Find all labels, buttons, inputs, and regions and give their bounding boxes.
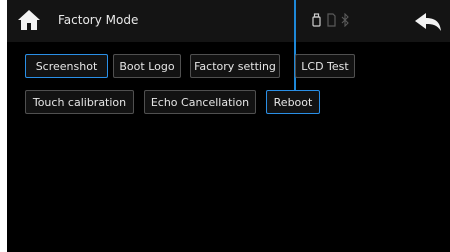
indicator-line [294,0,296,92]
page-title: Factory Mode [58,13,139,27]
bluetooth-icon [341,13,349,27]
top-bar: Factory Mode [7,0,450,42]
home-icon[interactable] [17,9,41,31]
back-arrow-icon[interactable] [414,12,442,32]
echo-cancellation-button[interactable]: Echo Cancellation [144,90,256,114]
usb-icon [312,13,321,27]
touch-calibration-button[interactable]: Touch calibration [25,90,134,114]
factory-setting-button[interactable]: Factory setting [190,54,280,78]
boot-logo-button[interactable]: Boot Logo [113,54,181,78]
device-screen: Factory Mode Screenshot Boot Logo Factor… [7,0,450,252]
lcd-test-button[interactable]: LCD Test [295,54,355,78]
screenshot-button[interactable]: Screenshot [25,54,108,78]
sd-card-icon [327,13,336,27]
reboot-button[interactable]: Reboot [266,90,320,114]
